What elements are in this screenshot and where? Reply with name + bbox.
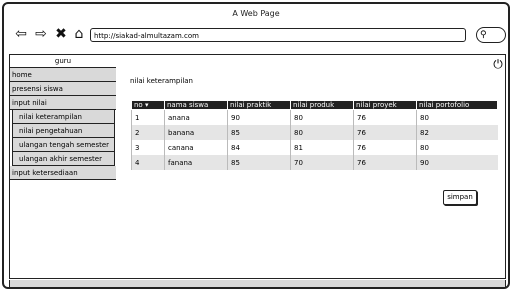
sidebar-item-input-nilai[interactable]: input nilai (10, 96, 116, 110)
col-header-produk: nilai produk (290, 100, 354, 110)
sidebar-item-nilai-pengetahuan[interactable]: nilai pengetahuan (12, 124, 115, 138)
sidebar-item-uas[interactable]: ulangan akhir semester (12, 152, 115, 166)
table-row[interactable]: 3 canana 84 81 76 80 (131, 140, 498, 155)
cell-praktik[interactable]: 90 (227, 109, 291, 125)
cell-praktik[interactable]: 85 (227, 155, 291, 170)
sidebar-item-home[interactable]: home (10, 68, 116, 82)
search-icon: ⚲ (480, 30, 487, 40)
cell-no: 3 (131, 140, 165, 155)
sidebar-item-presensi[interactable]: presensi siswa (10, 82, 116, 96)
cell-nama: banana (164, 125, 228, 140)
power-icon[interactable]: ⏻ (491, 57, 505, 71)
table-row[interactable]: 1 anana 90 80 76 80 (131, 109, 498, 125)
home-icon[interactable]: ⌂ (70, 25, 88, 43)
col-header-praktik: nilai praktik (227, 100, 291, 110)
url-bar[interactable]: http://siakad-almultazam.com (90, 28, 466, 42)
cell-portofolio[interactable]: 90 (416, 155, 498, 170)
cell-proyek[interactable]: 76 (353, 109, 417, 125)
close-icon[interactable]: ✖ (52, 25, 70, 43)
sidebar-item-uts[interactable]: ulangan tengah semester (12, 138, 115, 152)
cell-proyek[interactable]: 76 (353, 125, 417, 140)
sidebar-item-nilai-keterampilan[interactable]: nilai keterampilan (12, 110, 115, 124)
cell-produk[interactable]: 80 (290, 109, 354, 125)
col-header-no[interactable]: no ▾ (131, 100, 165, 110)
cell-proyek[interactable]: 76 (353, 140, 417, 155)
cell-produk[interactable]: 70 (290, 155, 354, 170)
cell-portofolio[interactable]: 80 (416, 140, 498, 155)
forward-icon[interactable]: ⇨ (32, 25, 50, 43)
main-panel: ⏻ nilai keterampilan no ▾ nama siswa nil… (118, 55, 507, 278)
table-row[interactable]: 2 banana 85 80 76 82 (131, 125, 498, 140)
cell-nama: anana (164, 109, 228, 125)
sort-down-icon[interactable]: ▾ (145, 101, 149, 109)
sidebar: guru home presensi siswa input nilai nil… (10, 55, 116, 278)
page-title: nilai keterampilan (130, 77, 193, 85)
back-icon[interactable]: ⇦ (12, 25, 30, 43)
grades-table: no ▾ nama siswa nilai praktik nilai prod… (131, 100, 498, 170)
sidebar-item-input-ketersediaan[interactable]: input ketersediaan (10, 166, 116, 180)
save-button[interactable]: simpan (443, 190, 477, 205)
window-title: A Web Page (232, 9, 280, 18)
col-header-proyek: nilai proyek (353, 100, 417, 110)
cell-no: 1 (131, 109, 165, 125)
cell-no: 2 (131, 125, 165, 140)
cell-praktik[interactable]: 85 (227, 125, 291, 140)
browser-window: A Web Page ⇦ ⇨ ✖ ⌂ http://siakad-almulta… (2, 2, 510, 289)
table-header-row: no ▾ nama siswa nilai praktik nilai prod… (131, 100, 498, 110)
cell-nama: canana (164, 140, 228, 155)
cell-no: 4 (131, 155, 165, 170)
browser-toolbar: ⇦ ⇨ ✖ ⌂ http://siakad-almultazam.com ⚲ (4, 23, 508, 47)
cell-portofolio[interactable]: 80 (416, 109, 498, 125)
status-bar (9, 280, 506, 288)
sidebar-header: guru (10, 55, 116, 68)
search-button[interactable]: ⚲ (476, 27, 506, 43)
table-row[interactable]: 4 fanana 85 70 76 90 (131, 155, 498, 170)
page-content: guru home presensi siswa input nilai nil… (9, 54, 506, 279)
col-header-portofolio: nilai portofolio (416, 100, 498, 110)
cell-nama: fanana (164, 155, 228, 170)
cell-produk[interactable]: 81 (290, 140, 354, 155)
col-header-nama: nama siswa (164, 100, 228, 110)
cell-praktik[interactable]: 84 (227, 140, 291, 155)
cell-proyek[interactable]: 76 (353, 155, 417, 170)
cell-produk[interactable]: 80 (290, 125, 354, 140)
cell-portofolio[interactable]: 82 (416, 125, 498, 140)
